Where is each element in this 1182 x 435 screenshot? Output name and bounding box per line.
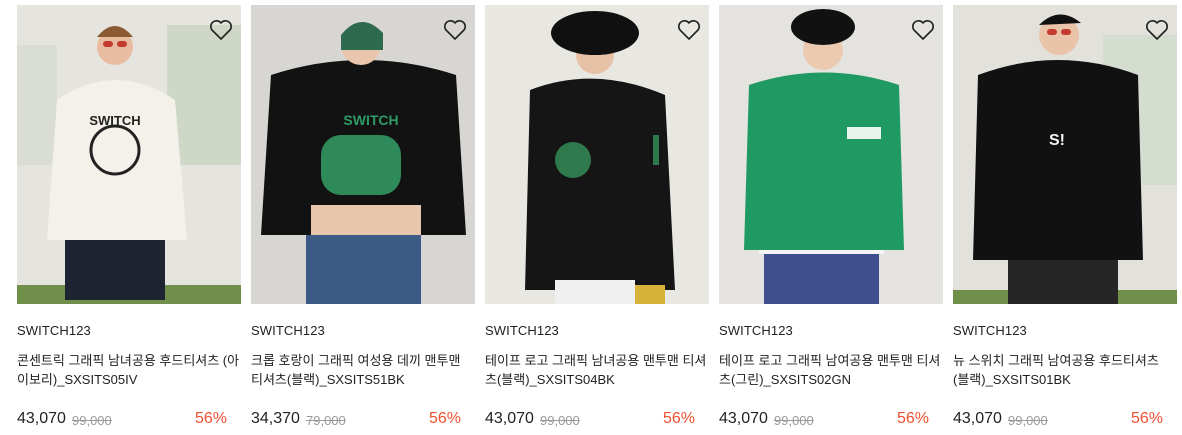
- product-card[interactable]: SWITCH SWITCH123 콘센트릭 그래픽 남녀공용 후드티셔츠 (아이…: [17, 5, 241, 435]
- discount-badge: 56%: [428, 410, 461, 427]
- sale-price: 43,070: [719, 410, 768, 427]
- svg-text:SWITCH: SWITCH: [89, 113, 140, 128]
- product-brand[interactable]: SWITCH123: [251, 323, 325, 338]
- product-card[interactable]: SWITCH SWITCH123 크롭 호랑이 그래픽 여성용 데끼 맨투맨 티…: [251, 5, 475, 435]
- original-price: 99,000: [1008, 413, 1048, 428]
- original-price: 99,000: [540, 413, 580, 428]
- heart-outline-icon[interactable]: [911, 19, 935, 41]
- product-grid: SWITCH SWITCH123 콘센트릭 그래픽 남녀공용 후드티셔츠 (아이…: [17, 5, 1177, 435]
- discount-badge: 56%: [896, 410, 929, 427]
- product-brand[interactable]: SWITCH123: [485, 323, 559, 338]
- product-image[interactable]: SWITCH: [251, 5, 475, 304]
- price-row: 34,370 79,000 56%: [251, 410, 475, 430]
- product-brand[interactable]: SWITCH123: [17, 323, 91, 338]
- product-name[interactable]: 콘센트릭 그래픽 남녀공용 후드티셔츠 (아이보리)_SXSITS05IV: [17, 351, 241, 389]
- heart-outline-icon[interactable]: [1145, 19, 1169, 41]
- product-image[interactable]: [485, 5, 709, 304]
- product-card[interactable]: S! SWITCH123 뉴 스위치 그래픽 남여공용 후드티셔츠 (블랙)_S…: [953, 5, 1177, 435]
- discount-badge: 56%: [194, 410, 227, 427]
- price-row: 43,070 99,000 56%: [719, 410, 943, 430]
- price-row: 43,070 99,000 56%: [953, 410, 1177, 430]
- svg-text:S!: S!: [1049, 132, 1065, 149]
- heart-outline-icon[interactable]: [443, 19, 467, 41]
- product-card[interactable]: SWITCH123 테이프 로고 그래픽 남여공용 맨투맨 티셔츠(그린)_SX…: [719, 5, 943, 435]
- product-brand[interactable]: SWITCH123: [953, 323, 1027, 338]
- discount-badge: 56%: [1130, 410, 1163, 427]
- product-name[interactable]: 뉴 스위치 그래픽 남여공용 후드티셔츠 (블랙)_SXSITS01BK: [953, 351, 1177, 389]
- sale-price: 43,070: [485, 410, 534, 427]
- price-row: 43,070 99,000 56%: [17, 410, 241, 430]
- product-brand[interactable]: SWITCH123: [719, 323, 793, 338]
- product-card[interactable]: SWITCH123 테이프 로고 그래픽 남녀공용 맨투맨 티셔츠(블랙)_SX…: [485, 5, 709, 435]
- sale-price: 34,370: [251, 410, 300, 427]
- product-name[interactable]: 테이프 로고 그래픽 남녀공용 맨투맨 티셔츠(블랙)_SXSITS04BK: [485, 351, 709, 389]
- product-name[interactable]: 크롭 호랑이 그래픽 여성용 데끼 맨투맨 티셔츠(블랙)_SXSITS51BK: [251, 351, 475, 389]
- svg-text:SWITCH: SWITCH: [343, 112, 398, 128]
- discount-badge: 56%: [662, 410, 695, 427]
- product-image[interactable]: SWITCH: [17, 5, 241, 304]
- original-price: 99,000: [774, 413, 814, 428]
- product-image[interactable]: S!: [953, 5, 1177, 304]
- product-name[interactable]: 테이프 로고 그래픽 남여공용 맨투맨 티셔츠(그린)_SXSITS02GN: [719, 351, 943, 389]
- heart-outline-icon[interactable]: [209, 19, 233, 41]
- product-image[interactable]: [719, 5, 943, 304]
- sale-price: 43,070: [17, 410, 66, 427]
- heart-outline-icon[interactable]: [677, 19, 701, 41]
- original-price: 79,000: [306, 413, 346, 428]
- original-price: 99,000: [72, 413, 112, 428]
- sale-price: 43,070: [953, 410, 1002, 427]
- price-row: 43,070 99,000 56%: [485, 410, 709, 430]
